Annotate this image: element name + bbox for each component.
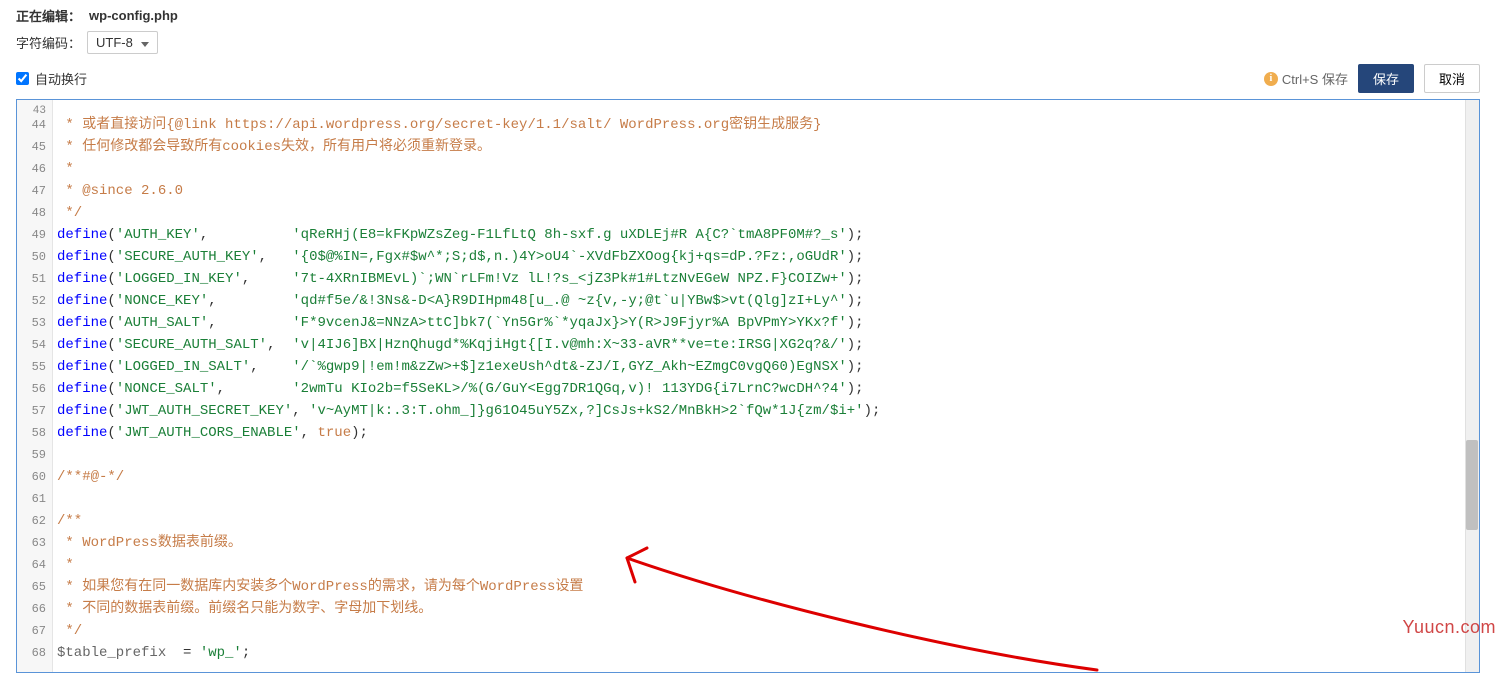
line-number: 68: [21, 642, 46, 664]
line-number: 63: [21, 532, 46, 554]
encoding-label: 字符编码：: [16, 33, 81, 52]
editing-label: 正在编辑：: [16, 6, 81, 25]
code-line: define('SECURE_AUTH_KEY', '{0$@%IN=,Fgx#…: [57, 246, 1479, 268]
code-line: [57, 100, 1479, 114]
line-gutter: 4344454647484950515253545556575859606162…: [17, 100, 53, 672]
line-number: 56: [21, 378, 46, 400]
line-number: 64: [21, 554, 46, 576]
line-number: 65: [21, 576, 46, 598]
code-line: * 任何修改都会导致所有cookies失效，所有用户将必须重新登录。: [57, 136, 1479, 158]
info-icon: i: [1264, 72, 1278, 86]
code-line: define('NONCE_SALT', '2wmTu KIo2b=f5SeKL…: [57, 378, 1479, 400]
code-line: define('LOGGED_IN_KEY', '7t-4XRnIBMEvL)`…: [57, 268, 1479, 290]
line-number: 55: [21, 356, 46, 378]
line-number: 58: [21, 422, 46, 444]
code-line: * 如果您有在同一数据库内安装多个WordPress的需求，请为每个WordPr…: [57, 576, 1479, 598]
caret-down-icon: [141, 42, 149, 47]
line-number: 67: [21, 620, 46, 642]
code-editor[interactable]: 4344454647484950515253545556575859606162…: [16, 99, 1480, 673]
scrollbar-track[interactable]: [1465, 100, 1479, 672]
scrollbar-thumb[interactable]: [1466, 440, 1478, 530]
line-number: 43: [21, 100, 46, 114]
code-line: define('AUTH_KEY', 'qReRHj(E8=kFKpWZsZeg…: [57, 224, 1479, 246]
code-line: define('NONCE_KEY', 'qd#f5e/&!3Ns&-D<A}R…: [57, 290, 1479, 312]
line-number: 52: [21, 290, 46, 312]
line-number: 62: [21, 510, 46, 532]
line-number: 44: [21, 114, 46, 136]
code-line: define('JWT_AUTH_SECRET_KEY', 'v~AyMT|k:…: [57, 400, 1479, 422]
code-line: * 不同的数据表前缀。前缀名只能为数字、字母加下划线。: [57, 598, 1479, 620]
save-button[interactable]: 保存: [1358, 64, 1414, 93]
line-number: 51: [21, 268, 46, 290]
code-area[interactable]: * 或者直接访问{@link https://api.wordpress.org…: [53, 100, 1479, 672]
code-line: *: [57, 158, 1479, 180]
code-line: define('AUTH_SALT', 'F*9vcenJ&=NNzA>ttC]…: [57, 312, 1479, 334]
wrap-label: 自动换行: [35, 69, 87, 88]
line-number: 66: [21, 598, 46, 620]
editing-filename: wp-config.php: [89, 8, 178, 23]
code-line: /**: [57, 510, 1479, 532]
encoding-select[interactable]: UTF-8: [87, 31, 158, 54]
cancel-button[interactable]: 取消: [1424, 64, 1480, 93]
line-number: 61: [21, 488, 46, 510]
save-hint: i Ctrl+S 保存: [1264, 69, 1348, 88]
line-number: 50: [21, 246, 46, 268]
wrap-toggle[interactable]: 自动换行: [16, 69, 87, 88]
code-line: * 或者直接访问{@link https://api.wordpress.org…: [57, 114, 1479, 136]
code-line: * @since 2.6.0: [57, 180, 1479, 202]
line-number: 57: [21, 400, 46, 422]
wrap-checkbox[interactable]: [16, 72, 29, 85]
line-number: 60: [21, 466, 46, 488]
save-hint-text: Ctrl+S 保存: [1282, 69, 1348, 88]
code-line: /**#@-*/: [57, 466, 1479, 488]
code-line: *: [57, 554, 1479, 576]
line-number: 48: [21, 202, 46, 224]
code-line: */: [57, 620, 1479, 642]
line-number: 47: [21, 180, 46, 202]
code-line: define('LOGGED_IN_SALT', '/`%gwp9|!em!m&…: [57, 356, 1479, 378]
encoding-value: UTF-8: [96, 35, 133, 50]
code-line: define('JWT_AUTH_CORS_ENABLE', true);: [57, 422, 1479, 444]
line-number: 46: [21, 158, 46, 180]
code-line: [57, 488, 1479, 510]
code-line: [57, 444, 1479, 466]
line-number: 54: [21, 334, 46, 356]
line-number: 59: [21, 444, 46, 466]
line-number: 45: [21, 136, 46, 158]
code-line: */: [57, 202, 1479, 224]
line-number: 53: [21, 312, 46, 334]
code-line: $table_prefix = 'wp_';: [57, 642, 1479, 664]
code-line: * WordPress数据表前缀。: [57, 532, 1479, 554]
line-number: 49: [21, 224, 46, 246]
code-line: define('SECURE_AUTH_SALT', 'v|4IJ6]BX|Hz…: [57, 334, 1479, 356]
watermark: Yuucn.com: [1402, 617, 1496, 638]
